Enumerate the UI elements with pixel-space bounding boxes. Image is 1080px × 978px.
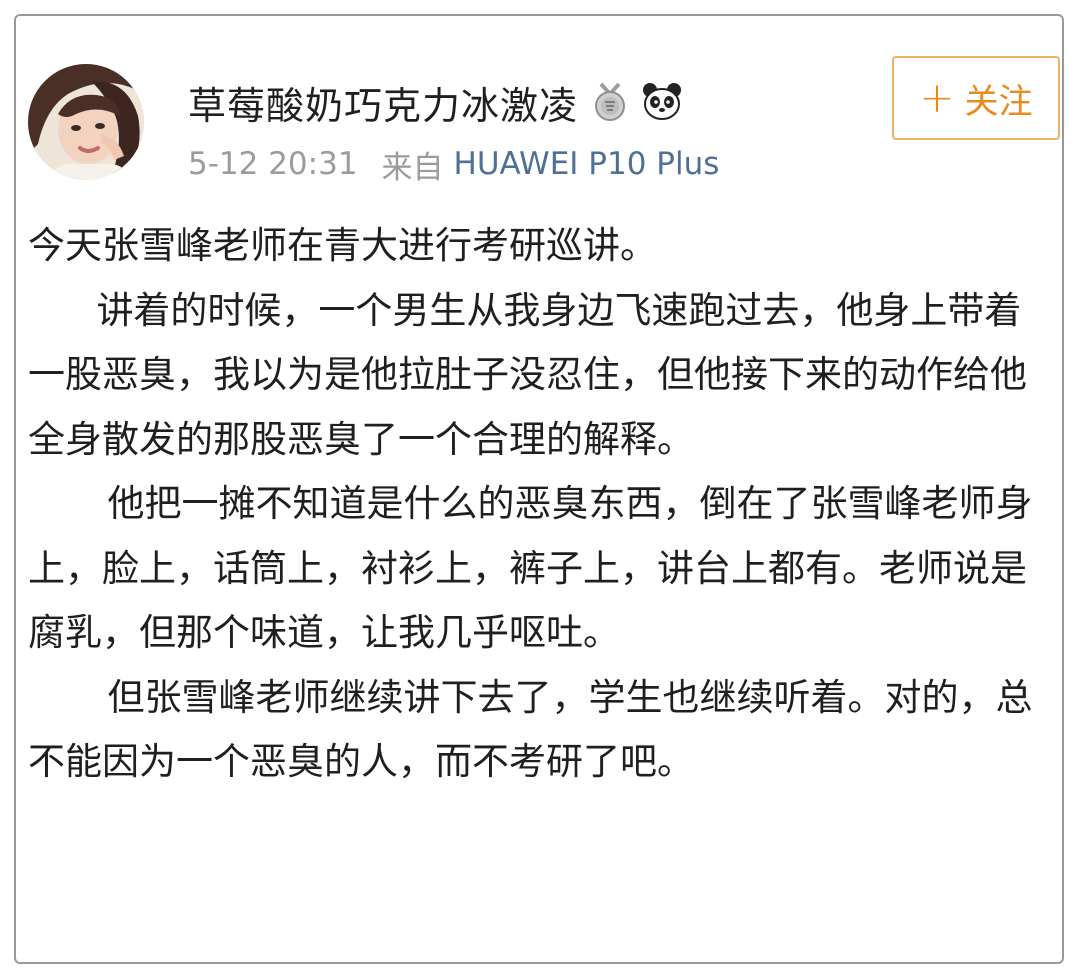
source-prefix: 来自: [381, 149, 444, 186]
avatar[interactable]: [28, 64, 144, 180]
follow-label: 关注: [964, 81, 1033, 122]
avatar-image: [28, 64, 144, 180]
post-meta: 5-12 20:31 来自 HUAWEI P10 Plus: [188, 142, 719, 186]
post-paragraph: 今天张雪峰老师在青大进行考研巡讲。: [28, 224, 657, 267]
panda-icon[interactable]: [642, 82, 682, 122]
username-row: 草莓酸奶巧克力冰激凌: [188, 72, 682, 132]
weibo-post-card: 草莓酸奶巧克力冰激凌 5-12 20:31 来自 HUAWEI P10 Plus…: [14, 14, 1064, 964]
follow-button[interactable]: + 关注: [892, 56, 1060, 140]
medal-icon[interactable]: [590, 82, 630, 122]
post-paragraph: 讲着的时候，一个男生从我身边飞速跑过去，他身上带着一股恶臭，我以为是他拉肚子没忍…: [28, 288, 1027, 461]
device-source-link[interactable]: HUAWEI P10 Plus: [454, 146, 720, 182]
post-paragraph: 他把一摊不知道是什么的恶臭东西，倒在了张雪峰老师身上，脸上，话筒上，衬衫上，裤子…: [28, 482, 1033, 654]
plus-icon: +: [919, 73, 955, 122]
post-time: 5-12 20:31: [188, 146, 358, 182]
post-paragraph: 但张雪峰老师继续讲下去了，学生也继续听着。对的，总不能因为一个恶臭的人，而不考研…: [28, 675, 1033, 784]
username[interactable]: 草莓酸奶巧克力冰激凌: [188, 75, 578, 130]
post-body: 今天张雪峰老师在青大进行考研巡讲。 讲着的时候，一个男生从我身边飞速跑过去，他身…: [28, 214, 1050, 795]
